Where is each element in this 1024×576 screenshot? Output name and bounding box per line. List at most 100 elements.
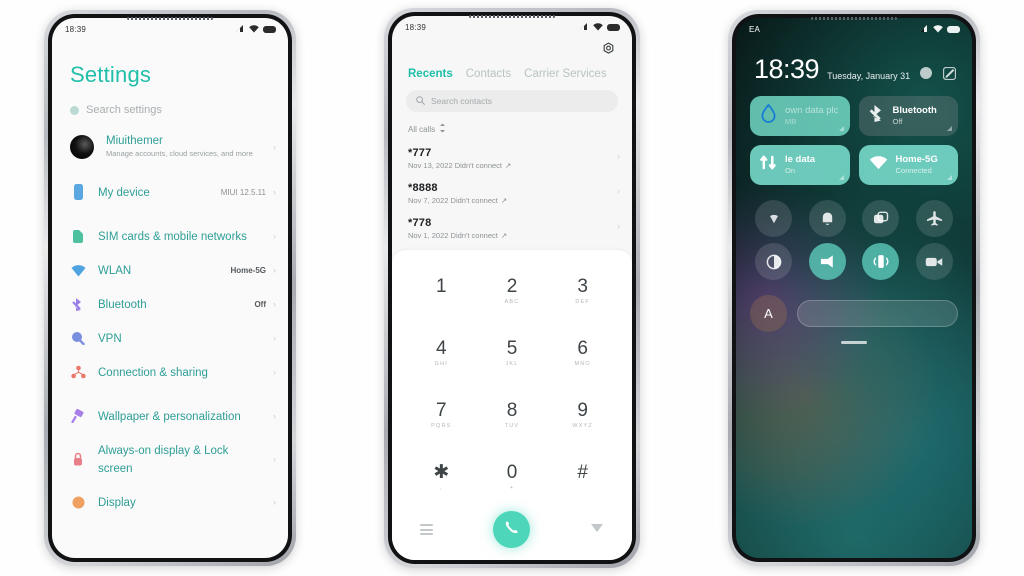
quick-setting-tiles: own data plc MB Bluetooth Off le data On… — [750, 96, 958, 185]
search-settings-input[interactable]: Search settings — [52, 88, 288, 130]
call-filter-dropdown[interactable]: All calls — [392, 112, 632, 141]
search-contacts-input[interactable]: Search contacts — [406, 90, 618, 112]
dialpad-key-8[interactable]: 8 TUV — [477, 385, 548, 447]
tile-expand-icon[interactable] — [947, 175, 952, 180]
status-icons — [580, 23, 620, 31]
phone-control-center: EA 18:39 Tuesday, January 31 own data pl… — [728, 10, 980, 566]
chevron-right-icon: › — [617, 151, 620, 161]
key-digit: 5 — [506, 337, 518, 359]
call-log-row[interactable]: *8888 Nov 7, 2022 Didn't connect ↗ › — [392, 176, 632, 211]
clock-row: 18:39 Tuesday, January 31 — [750, 40, 958, 83]
call-button[interactable] — [493, 511, 530, 548]
settings-item-always-on-display[interactable]: Always-on display & Lock screen › — [52, 433, 288, 485]
tile-bluetooth[interactable]: Bluetooth Off — [858, 96, 958, 136]
call-meta: Nov 7, 2022 Didn't connect ↗ — [408, 196, 617, 205]
location-icon[interactable] — [755, 200, 793, 237]
dialpad: 1⁠ 2ABC 3DEF 4GHI 5JKL 6MNO 7PQRS 8TUV 9… — [392, 250, 632, 560]
outgoing-call-arrow-icon: ↗ — [505, 161, 512, 170]
screenshot-icon[interactable] — [862, 200, 900, 237]
settings-item-vpn[interactable]: VPN › — [52, 321, 288, 355]
call-log-row[interactable]: *777 Nov 13, 2022 Didn't connect ↗ › — [392, 141, 632, 176]
dark-mode-icon[interactable] — [755, 243, 793, 280]
auto-brightness-button[interactable]: A — [750, 295, 787, 332]
tile-text: le data On — [785, 155, 815, 176]
settings-item-my-device[interactable]: My device MIUI 12.5.11 › — [52, 175, 288, 209]
dialpad-key-7[interactable]: 7 PQRS — [406, 385, 477, 447]
tile-expand-icon[interactable] — [838, 126, 844, 131]
connection-sharing-icon — [70, 365, 86, 379]
settings-item-wlan[interactable]: WLAN Home-5G › — [52, 253, 288, 287]
label-text: Bluetooth — [98, 299, 147, 312]
sidebar-item-account[interactable]: Miuithemer Manage accounts, cloud servic… — [52, 130, 288, 165]
tile-expand-icon[interactable] — [838, 175, 844, 180]
airplane-mode-icon[interactable] — [915, 200, 953, 237]
tab-carrier-services[interactable]: Carrier Services — [524, 68, 606, 80]
dialpad-key-0[interactable]: 0 + — [477, 447, 548, 509]
settings-item-bluetooth[interactable]: Bluetooth Off › — [52, 287, 288, 321]
settings-item-wallpaper[interactable]: Wallpaper & personalization › — [52, 399, 288, 433]
dialpad-key-6[interactable]: 6 MNO — [547, 322, 618, 384]
carrier-label: EA — [749, 24, 761, 34]
call-meta-text: Nov 7, 2022 Didn't connect — [408, 196, 498, 205]
key-digit: 9 — [577, 400, 588, 422]
chevron-updown-icon — [439, 123, 446, 135]
dialpad-key-1[interactable]: 1⁠ — [406, 260, 477, 322]
chevron-right-icon: › — [273, 299, 276, 310]
settings-item-value: Home-5G — [230, 265, 266, 275]
settings-item-display[interactable]: Display › — [52, 485, 288, 519]
dialpad-key-hash[interactable]: #⁠ — [547, 447, 618, 509]
drag-handle[interactable] — [841, 341, 867, 344]
key-letters: PQRS — [431, 423, 452, 430]
settings-item-label: VPN — [86, 329, 266, 347]
quick-toggle-row — [750, 200, 958, 280]
settings-item-label: WLAN — [86, 261, 230, 279]
settings-item-label: Always-on display & Lock screen — [86, 441, 266, 477]
menu-icon[interactable] — [420, 524, 433, 535]
tab-recents[interactable]: Recents — [408, 68, 453, 80]
settings-item-sim-cards[interactable]: SIM cards & mobile networks › — [52, 219, 288, 253]
tile-text: Bluetooth Off — [893, 106, 937, 127]
dialpad-key-4[interactable]: 4 GHI — [406, 322, 477, 384]
phone-dialer: 18:39 Recents Contacts Carrier Services … — [384, 8, 640, 568]
screen-recorder-icon[interactable] — [915, 243, 953, 280]
dialpad-key-2[interactable]: 2 ABC — [477, 260, 548, 322]
key-digit: 0 — [506, 462, 518, 484]
tile-mobile-data[interactable]: le data On — [750, 145, 850, 185]
settings-item-connection-sharing[interactable]: Connection & sharing › — [52, 355, 288, 389]
tile-wifi[interactable]: Home-5G Connected — [858, 145, 958, 185]
label-text: Display — [98, 497, 136, 510]
phone-bezel: EA 18:39 Tuesday, January 31 own data pl… — [732, 14, 976, 562]
settings-button[interactable] — [392, 38, 632, 62]
vibrate-icon[interactable] — [862, 243, 900, 280]
tile-data-saver[interactable]: own data plc MB — [750, 96, 850, 136]
dialpad-key-3[interactable]: 3 DEF — [547, 260, 618, 322]
phone-bezel: 18:39 Recents Contacts Carrier Services … — [388, 12, 636, 564]
tile-text: Home-5G Connected — [896, 155, 938, 176]
do-not-disturb-icon[interactable] — [808, 200, 846, 237]
dialpad-key-5[interactable]: 5 JKL — [477, 322, 548, 384]
page-title: Settings — [70, 62, 152, 87]
tile-state: Off — [892, 116, 903, 126]
key-digit: 2 — [506, 275, 518, 297]
key-digit: 4 — [436, 337, 447, 359]
account-name: Miuithemer — [106, 135, 163, 147]
edit-icon[interactable] — [942, 66, 956, 80]
dialpad-key-star[interactable]: ✱, — [406, 447, 477, 509]
tile-expand-icon[interactable] — [947, 126, 952, 131]
brightness-slider[interactable] — [797, 300, 958, 327]
tile-label: Home-5G — [895, 154, 938, 165]
wifi-icon — [869, 155, 888, 176]
tab-contacts[interactable]: Contacts — [466, 68, 511, 80]
call-meta: Nov 13, 2022 Didn't connect ↗ — [408, 161, 617, 170]
power-icon[interactable] — [919, 66, 933, 80]
collapse-down-icon[interactable] — [590, 521, 604, 539]
key-digit: 6 — [577, 337, 588, 359]
bluetooth-icon — [70, 297, 86, 312]
call-log-row[interactable]: *778 Nov 1, 2022 Didn't connect ↗ › — [392, 211, 632, 246]
settings-item-label: Wallpaper & personalization — [86, 407, 266, 425]
display-icon — [70, 496, 86, 509]
flashlight-icon[interactable] — [808, 243, 846, 280]
dialpad-key-9[interactable]: 9 WXYZ — [547, 385, 618, 447]
dialpad-keys: 1⁠ 2ABC 3DEF 4GHI 5JKL 6MNO 7PQRS 8TUV 9… — [406, 260, 618, 509]
header-actions — [919, 66, 956, 83]
